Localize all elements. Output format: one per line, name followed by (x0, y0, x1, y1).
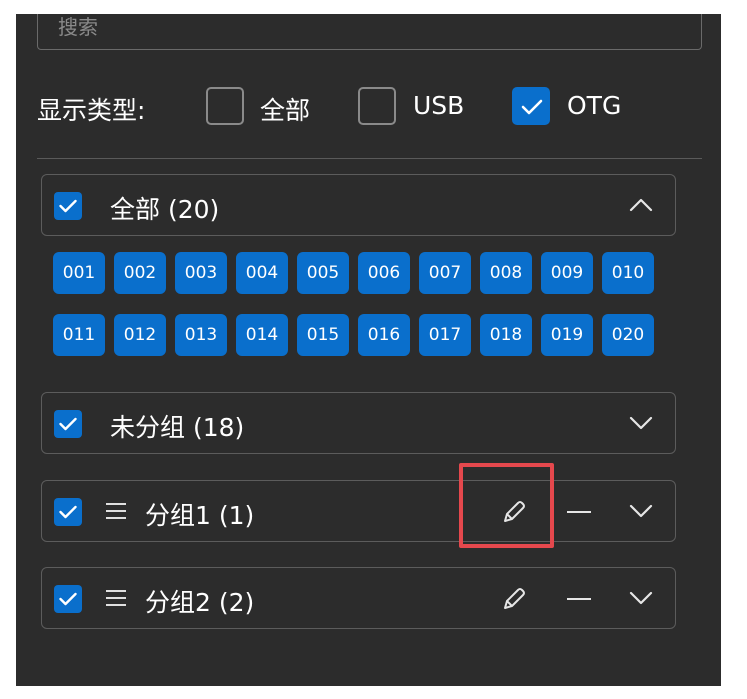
chevron-up-icon[interactable] (627, 195, 655, 215)
search-placeholder: 搜索 (58, 15, 98, 39)
display-type-filter: 显示类型: 全部 USB OTG (16, 87, 721, 131)
device-chip[interactable]: 017 (419, 314, 471, 356)
device-chip[interactable]: 014 (236, 314, 288, 356)
device-chip[interactable]: 019 (541, 314, 593, 356)
check-icon (59, 417, 77, 431)
device-chip[interactable]: 001 (53, 252, 105, 294)
group-ungrouped-title: 未分组 (18) (110, 413, 245, 442)
device-grid: 001 002 003 004 005 006 007 008 009 010 … (53, 252, 663, 376)
drag-handle-icon[interactable] (106, 503, 126, 519)
device-chip[interactable]: 016 (358, 314, 410, 356)
device-chip[interactable]: 020 (602, 314, 654, 356)
device-chip[interactable]: 012 (114, 314, 166, 356)
group-1-title: 分组1 (1) (145, 501, 255, 530)
filter-usb-label: USB (413, 91, 465, 120)
group-2-checkbox[interactable] (54, 585, 82, 613)
group-ungrouped[interactable]: 未分组 (18) (41, 392, 676, 454)
group-ungrouped-checkbox[interactable] (54, 410, 82, 438)
device-chip[interactable]: 015 (297, 314, 349, 356)
device-chip[interactable]: 010 (602, 252, 654, 294)
group-1-checkbox[interactable] (54, 498, 82, 526)
check-icon (59, 505, 77, 519)
highlight-annotation (459, 463, 554, 548)
group-all-checkbox[interactable] (54, 192, 82, 220)
device-chip[interactable]: 008 (480, 252, 532, 294)
group-all[interactable]: 全部 (20) (41, 174, 676, 236)
device-chip[interactable]: 002 (114, 252, 166, 294)
device-chip[interactable]: 013 (175, 314, 227, 356)
device-chip[interactable]: 004 (236, 252, 288, 294)
filter-otg-checkbox[interactable] (512, 87, 550, 125)
group-2-title: 分组2 (2) (145, 588, 255, 617)
search-input[interactable]: 搜索 (37, 14, 702, 50)
group-2[interactable]: 分组2 (2) (41, 567, 676, 629)
filter-all-label: 全部 (260, 96, 311, 125)
group-all-title: 全部 (20) (110, 195, 220, 224)
check-icon (521, 99, 543, 115)
divider (37, 158, 702, 159)
device-chip[interactable]: 018 (480, 314, 532, 356)
device-chip[interactable]: 006 (358, 252, 410, 294)
display-type-label: 显示类型: (37, 96, 146, 125)
check-icon (59, 592, 77, 606)
device-chip[interactable]: 003 (175, 252, 227, 294)
right-margin (721, 14, 747, 686)
device-chip[interactable]: 007 (419, 252, 471, 294)
chevron-down-icon[interactable] (627, 588, 655, 608)
device-panel: 搜索 显示类型: 全部 USB OTG 全部 (20) 001 002 003 (16, 14, 721, 686)
filter-usb-checkbox[interactable] (358, 87, 396, 125)
chevron-down-icon[interactable] (627, 501, 655, 521)
device-chip[interactable]: 009 (541, 252, 593, 294)
check-icon (59, 199, 77, 213)
edit-pencil-icon[interactable] (499, 586, 527, 614)
remove-group-icon[interactable] (567, 598, 591, 600)
group-1[interactable]: 分组1 (1) (41, 480, 676, 542)
filter-all-checkbox[interactable] (206, 87, 244, 125)
filter-otg-label: OTG (567, 91, 622, 120)
drag-handle-icon[interactable] (106, 590, 126, 606)
device-chip[interactable]: 005 (297, 252, 349, 294)
chevron-down-icon[interactable] (627, 413, 655, 433)
device-chip[interactable]: 011 (53, 314, 105, 356)
remove-group-icon[interactable] (567, 511, 591, 513)
